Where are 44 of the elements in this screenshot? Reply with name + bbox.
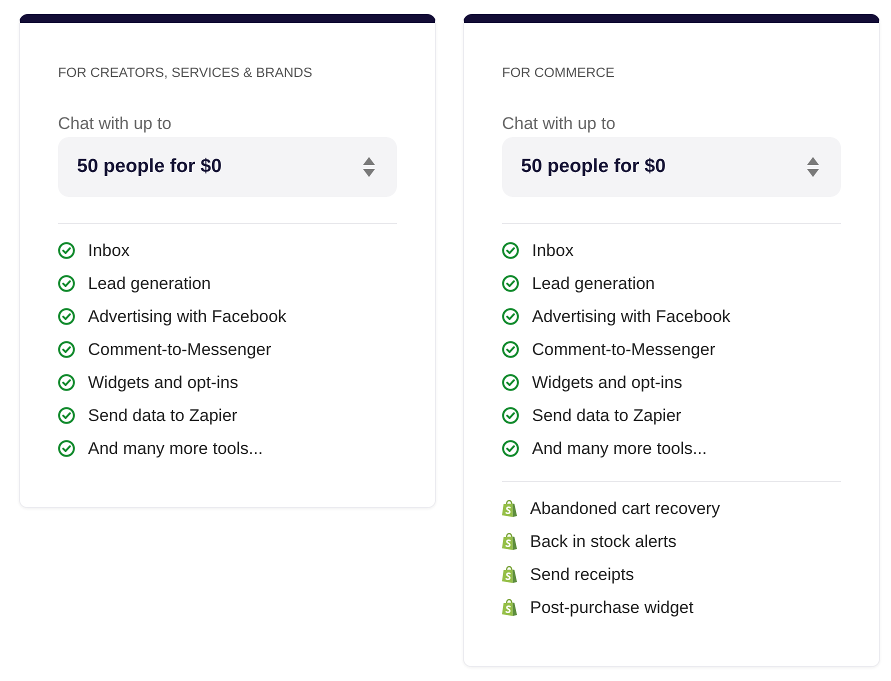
shopping-bag-icon [502, 599, 517, 616]
feature-text: And many more tools... [532, 438, 707, 458]
feature-text: Post-purchase widget [530, 598, 694, 618]
feature-text: Advertising with Facebook [532, 306, 730, 326]
feature-text: Back in stock alerts [530, 532, 676, 552]
feature-text: Send data to Zapier [532, 406, 682, 426]
plan-category-label: FOR COMMERCE [502, 64, 616, 82]
check-circle-icon [502, 275, 519, 292]
check-circle-icon [58, 374, 75, 391]
check-circle-icon [58, 242, 75, 259]
sort-arrows-icon [363, 157, 375, 177]
feature-text: Lead generation [532, 274, 655, 294]
check-circle-icon [58, 440, 75, 457]
feature-text: Lead generation [88, 274, 211, 294]
plan-category-label: FOR CREATORS, SERVICES & BRANDS [58, 64, 314, 82]
feature-text: Widgets and opt-ins [88, 372, 238, 392]
feature-text: Send data to Zapier [88, 406, 238, 426]
check-circle-icon [502, 308, 519, 325]
shopping-bag-icon [502, 566, 517, 583]
feature-text: Send receipts [530, 564, 634, 584]
select-label: Chat with up to [502, 113, 616, 135]
select-label: Chat with up to [58, 113, 172, 135]
check-circle-icon [502, 440, 519, 457]
people-select[interactable]: 50 people for $0 [58, 137, 397, 197]
people-select[interactable]: 50 people for $0 [502, 137, 841, 197]
feature-text: Widgets and opt-ins [532, 372, 682, 392]
feature-text: Comment-to-Messenger [88, 340, 272, 360]
feature-text: Inbox [532, 240, 574, 260]
feature-text: Inbox [88, 240, 130, 260]
feature-text: Comment-to-Messenger [532, 340, 716, 360]
check-circle-icon [58, 407, 75, 424]
check-circle-icon [502, 341, 519, 358]
check-circle-icon [502, 242, 519, 259]
feature-text: Abandoned cart recovery [530, 498, 720, 518]
check-circle-icon [58, 275, 75, 292]
check-circle-icon [502, 407, 519, 424]
feature-text: Advertising with Facebook [88, 306, 286, 326]
check-circle-icon [58, 341, 75, 358]
check-circle-icon [502, 374, 519, 391]
check-circle-icon [58, 308, 75, 325]
shopping-bag-icon [502, 533, 517, 550]
sort-arrows-icon [807, 157, 819, 177]
feature-text: And many more tools... [88, 438, 263, 458]
shopping-bag-icon [502, 500, 517, 517]
